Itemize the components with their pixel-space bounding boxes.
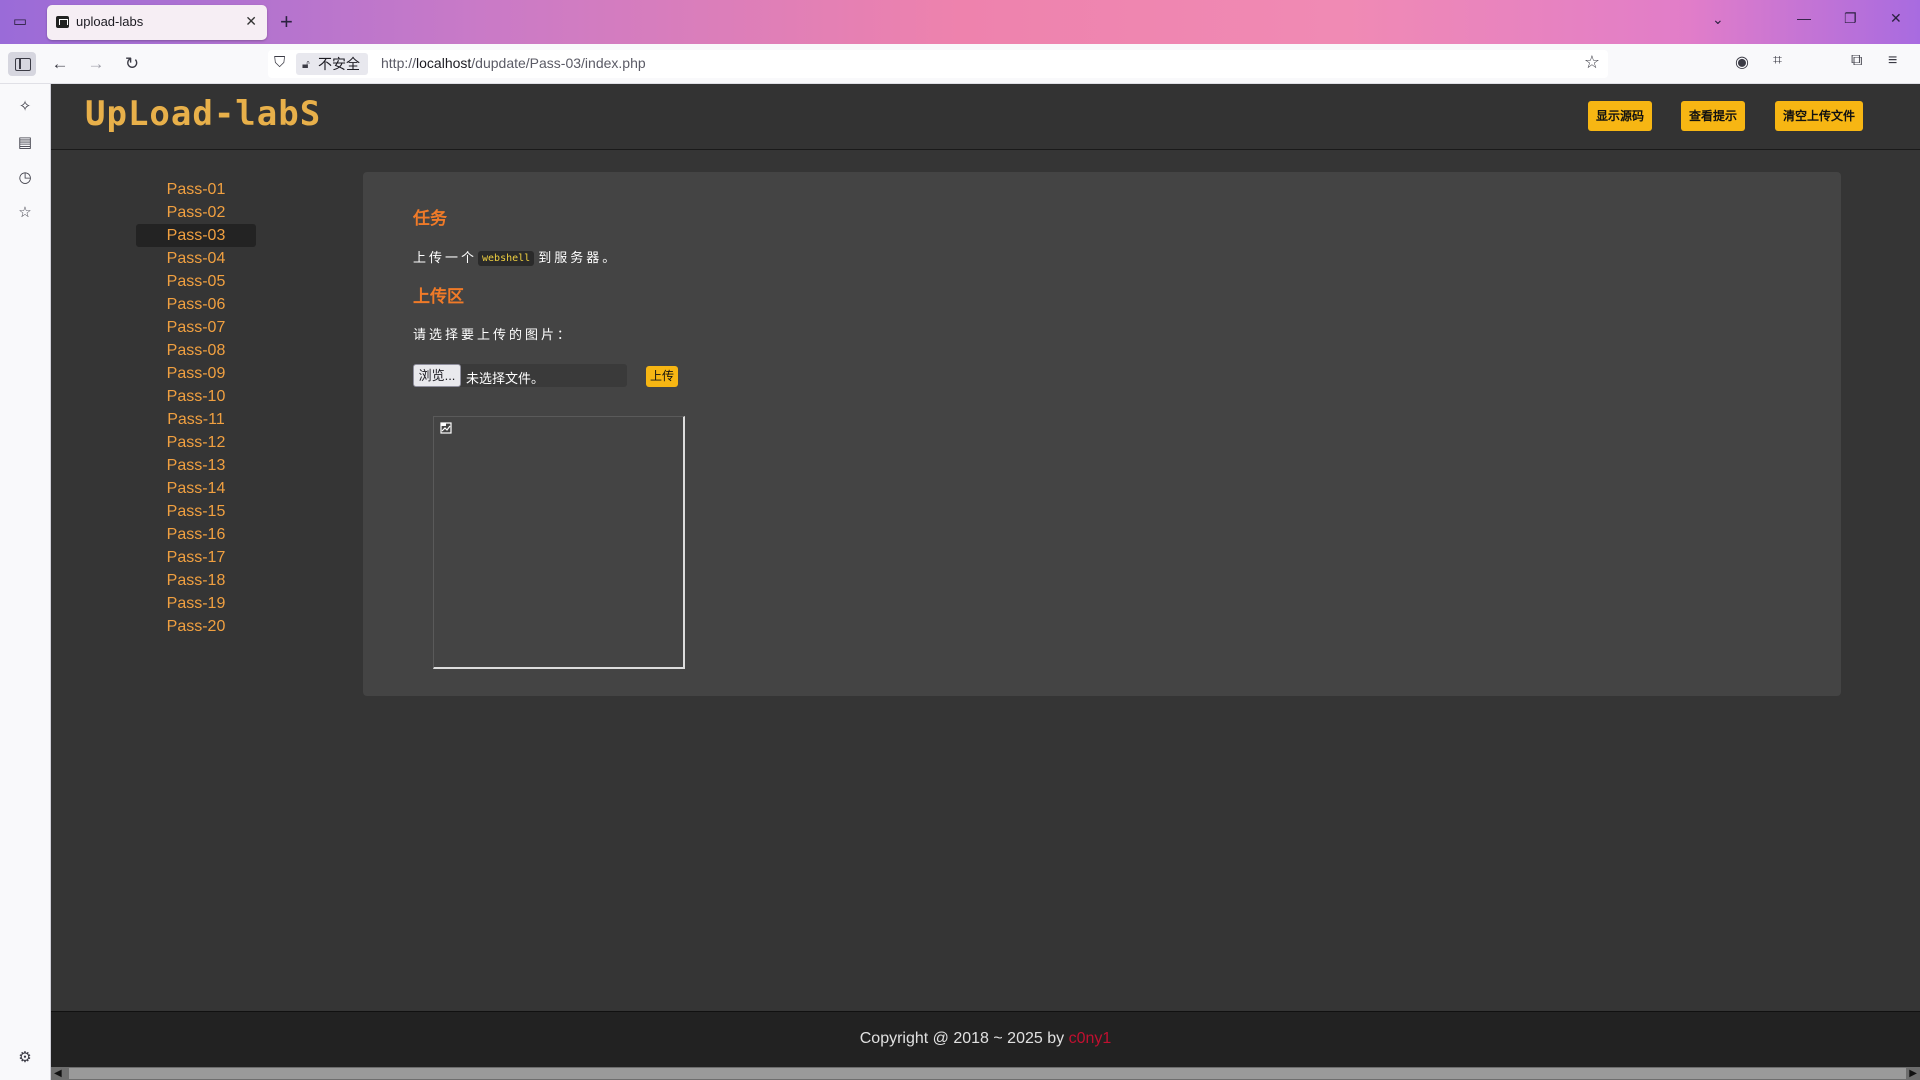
browser-sidebar-rail: ✧ ▤ ◷ ☆ ⚙ (0, 84, 51, 1080)
menu-item-pass-07[interactable]: Pass-07 (136, 316, 256, 339)
new-tab-icon[interactable]: + (280, 8, 293, 36)
ai-sparkle-icon[interactable]: ✧ (15, 97, 35, 117)
menu-item-pass-04[interactable]: Pass-04 (136, 247, 256, 270)
level-menu: Pass-01 Pass-02 Pass-03 Pass-04 Pass-05 Pass-… (136, 178, 256, 638)
settings-gear-icon[interactable]: ⚙ (15, 1048, 35, 1068)
menu-item-pass-02[interactable]: Pass-02 (136, 201, 256, 224)
menu-item-pass-03[interactable]: Pass-03 (136, 224, 256, 247)
menu-item-pass-01[interactable]: Pass-01 (136, 178, 256, 201)
url-path: /dupdate/Pass-03/index.php (471, 55, 646, 71)
scrollbar-track[interactable] (69, 1068, 1906, 1079)
synced-tabs-icon[interactable]: ▤ (15, 133, 35, 153)
tab-close-icon[interactable]: ✕ (245, 13, 257, 30)
menu-item-pass-08[interactable]: Pass-08 (136, 339, 256, 362)
browser-tab-bar: ▭ upload-labs ✕ + ⌄ — ❐ ✕ (0, 0, 1920, 44)
sidebar-toggle-icon[interactable] (8, 52, 36, 76)
show-source-button[interactable]: 显示源码 (1588, 101, 1653, 131)
browser-nav-bar: ← → ↻ ⛉ 🔓︎ 不安全 http://localhost/dupdate/… (0, 44, 1920, 84)
menu-item-pass-11[interactable]: Pass-11 (136, 408, 256, 431)
menu-item-pass-19[interactable]: Pass-19 (136, 592, 256, 615)
tab-title: upload-labs (76, 14, 144, 29)
menu-item-pass-16[interactable]: Pass-16 (136, 523, 256, 546)
url-text[interactable]: http://localhost/dupdate/Pass-03/index.p… (381, 55, 646, 71)
file-input[interactable]: 浏览... 未选择文件。 (413, 364, 627, 387)
screenshot-crop-icon[interactable]: ⌗ (1773, 52, 1782, 70)
menu-item-pass-20[interactable]: Pass-20 (136, 615, 256, 638)
menu-item-pass-05[interactable]: Pass-05 (136, 270, 256, 293)
menu-hamburger-icon[interactable]: ≡ (1888, 52, 1897, 70)
close-window-icon[interactable]: ✕ (1890, 10, 1902, 27)
menu-item-pass-15[interactable]: Pass-15 (136, 500, 256, 523)
restore-icon[interactable]: ❐ (1844, 10, 1857, 27)
menu-item-pass-10[interactable]: Pass-10 (136, 385, 256, 408)
image-preview-box (433, 416, 685, 669)
task-title: 任务 (413, 209, 447, 228)
view-hint-button[interactable]: 查看提示 (1681, 101, 1746, 131)
menu-item-pass-06[interactable]: Pass-06 (136, 293, 256, 316)
history-clock-icon[interactable]: ◷ (15, 168, 35, 188)
url-prefix: http:// (381, 55, 417, 71)
back-arrow-icon[interactable]: ← (46, 52, 74, 76)
menu-item-pass-13[interactable]: Pass-13 (136, 454, 256, 477)
insecure-connection-badge[interactable]: 🔓︎ 不安全 (296, 53, 368, 75)
web-page: UpLoad-labS 显示源码 查看提示 清空上传文件 Pass-01 Pass… (51, 84, 1920, 1080)
reload-icon[interactable]: ↻ (118, 52, 146, 76)
scroll-left-arrow-icon[interactable]: ◀ (54, 1067, 62, 1080)
browser-tab-active[interactable]: upload-labs ✕ (47, 5, 267, 40)
broken-image-icon (440, 422, 452, 434)
code-webshell: webshell (478, 251, 535, 266)
minimize-icon[interactable]: — (1797, 10, 1811, 26)
site-footer: Copyright @ 2018 ~ 2025 by c0ny1 (51, 1011, 1920, 1067)
clear-uploads-button[interactable]: 清空上传文件 (1775, 101, 1864, 131)
browse-button[interactable]: 浏览... (413, 364, 461, 387)
author-link[interactable]: c0ny1 (1069, 1030, 1112, 1047)
menu-item-pass-14[interactable]: Pass-14 (136, 477, 256, 500)
tracking-shield-icon[interactable]: ⛉ (274, 54, 285, 71)
scroll-right-arrow-icon[interactable]: ▶ (1909, 1067, 1917, 1080)
main-content-panel: 任务 上传一个 webshell 到服务器。 上传区 请选择要上传的图片： 浏览..… (363, 172, 1841, 696)
url-host: localhost (416, 55, 472, 71)
task-text-before: 上传一个 (413, 250, 478, 265)
site-favicon-icon (56, 16, 69, 28)
security-label: 不安全 (318, 56, 360, 72)
extensions-icon[interactable]: ⧉ (1851, 52, 1862, 70)
upload-area-title: 上传区 (413, 287, 464, 306)
bookmark-star-icon[interactable]: ☆ (1584, 52, 1600, 73)
list-all-tabs-chevron-icon[interactable]: ⌄ (1712, 11, 1724, 28)
file-status-text: 未选择文件。 (466, 371, 545, 386)
copyright-text: Copyright @ 2018 ~ 2025 by c0ny1 (51, 1030, 1920, 1048)
task-text-after: 到服务器。 (538, 250, 619, 265)
upload-prompt: 请选择要上传的图片： (413, 327, 574, 342)
task-description: 上传一个 webshell 到服务器。 (413, 247, 618, 266)
horizontal-scrollbar[interactable]: ◀ ▶ (51, 1067, 1920, 1080)
menu-item-pass-18[interactable]: Pass-18 (136, 569, 256, 592)
site-header: UpLoad-labS 显示源码 查看提示 清空上传文件 (51, 84, 1920, 150)
bookmarks-star-icon[interactable]: ☆ (15, 203, 35, 223)
account-icon[interactable]: ◉ (1735, 52, 1749, 72)
menu-item-pass-17[interactable]: Pass-17 (136, 546, 256, 569)
menu-item-pass-12[interactable]: Pass-12 (136, 431, 256, 454)
address-bar[interactable]: ⛉ 🔓︎ 不安全 http://localhost/dupdate/Pass-0… (268, 50, 1608, 78)
copyright-label: Copyright @ 2018 ~ 2025 by (859, 1030, 1069, 1047)
logo-text: UpLoad-labS (85, 94, 322, 134)
broken-lock-icon: 🔓︎ (302, 57, 310, 71)
menu-item-pass-09[interactable]: Pass-09 (136, 362, 256, 385)
forward-arrow-icon[interactable]: → (82, 52, 110, 76)
firefox-view-icon[interactable]: ▭ (8, 10, 32, 34)
upload-submit-button[interactable]: 上传 (646, 366, 679, 387)
